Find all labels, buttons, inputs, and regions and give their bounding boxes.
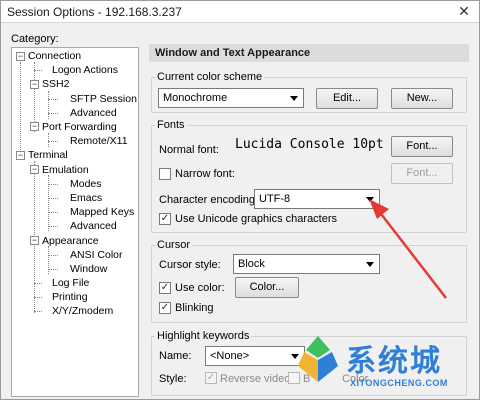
highlight-keywords-group-label: Highlight keywords — [155, 330, 252, 342]
collapse-icon[interactable]: − — [30, 122, 39, 131]
unicode-graphics-label: Use Unicode graphics characters — [175, 213, 338, 225]
sidebar-item-terminal[interactable]: Terminal — [28, 149, 68, 162]
tree-connector — [48, 212, 58, 213]
category-label: Category: — [11, 33, 59, 45]
character-encoding-select[interactable]: UTF-8 — [254, 189, 380, 209]
sidebar-item-connection[interactable]: Connection — [28, 50, 81, 63]
normal-font-value: Lucida Console 10pt — [235, 137, 384, 152]
tree-connector — [34, 311, 42, 312]
character-encoding-value: UTF-8 — [259, 193, 291, 205]
tree-connector — [48, 99, 58, 100]
panel-heading: Window and Text Appearance — [155, 47, 311, 59]
tree-connector — [20, 62, 21, 156]
reverse-video-label: Reverse video — [220, 373, 291, 385]
tree-connector — [34, 297, 42, 298]
cursor-style-select[interactable]: Block — [233, 254, 380, 274]
chevron-down-icon — [366, 197, 374, 202]
sidebar-item-ssh2-advanced[interactable]: Advanced — [70, 107, 117, 120]
cursor-group-label: Cursor — [155, 239, 193, 251]
tree-connector — [48, 91, 49, 119]
tree-connector — [34, 283, 42, 284]
sidebar-item-appearance[interactable]: Appearance — [42, 235, 99, 248]
sidebar-item-sftp-session[interactable]: SFTP Session — [70, 93, 137, 106]
blinking-checkbox[interactable]: ✓ — [159, 302, 171, 314]
color-scheme-value: Monochrome — [163, 92, 228, 104]
use-color-label: Use color: — [175, 282, 225, 294]
sidebar-item-ansi-color[interactable]: ANSI Color — [70, 249, 123, 262]
sidebar-item-emulation-advanced[interactable]: Advanced — [70, 220, 117, 233]
tree-connector — [48, 184, 58, 185]
sidebar-item-emulation[interactable]: Emulation — [42, 164, 89, 177]
color-scheme-select[interactable]: Monochrome — [158, 88, 304, 108]
sidebar-item-xyzmodem[interactable]: X/Y/Zmodem — [52, 305, 113, 318]
watermark-subtext: XITONGCHENG.COM — [350, 378, 448, 388]
narrow-font-checkbox[interactable] — [159, 168, 171, 180]
collapse-icon[interactable]: − — [16, 151, 25, 160]
watermark-logo-icon — [298, 336, 338, 382]
use-color-checkbox[interactable]: ✓ — [159, 282, 171, 294]
fonts-group-label: Fonts — [155, 119, 187, 131]
sidebar-item-printing[interactable]: Printing — [52, 291, 88, 304]
normal-font-button[interactable]: Font... — [391, 136, 453, 157]
narrow-font-label: Narrow font: — [175, 168, 235, 180]
collapse-icon[interactable]: − — [16, 52, 25, 61]
tree-connector — [48, 113, 58, 114]
chevron-down-icon — [290, 96, 298, 101]
blinking-label: Blinking — [175, 302, 214, 314]
normal-font-label: Normal font: — [159, 144, 219, 156]
highlight-name-label: Name: — [159, 350, 192, 362]
highlight-name-value: <None> — [210, 350, 250, 362]
close-icon[interactable]: ✕ — [449, 1, 479, 22]
narrow-font-button[interactable]: Font... — [391, 163, 453, 184]
tree-connector — [48, 226, 58, 227]
collapse-icon[interactable]: − — [30, 236, 39, 245]
cursor-style-label: Cursor style: — [159, 259, 221, 271]
title-bar: Session Options - 192.168.3.237 ✕ — [1, 1, 479, 23]
reverse-video-checkbox[interactable]: ✓ — [205, 372, 217, 384]
panel-heading-banner: Window and Text Appearance — [149, 44, 469, 62]
tree-connector — [34, 70, 42, 71]
sidebar-item-emacs[interactable]: Emacs — [70, 192, 102, 205]
sidebar-item-logon-actions[interactable]: Logon Actions — [52, 64, 118, 77]
new-scheme-button[interactable]: New... — [391, 88, 453, 109]
cursor-color-button[interactable]: Color... — [235, 277, 299, 298]
sidebar-item-remote-x11[interactable]: Remote/X11 — [70, 135, 128, 148]
unicode-graphics-checkbox[interactable]: ✓ — [159, 213, 171, 225]
edit-scheme-button[interactable]: Edit... — [316, 88, 378, 109]
collapse-icon[interactable]: − — [30, 165, 39, 174]
category-tree: − − − − − − Connection Logon Actions SSH… — [11, 47, 139, 397]
collapse-icon[interactable]: − — [30, 80, 39, 89]
chevron-down-icon — [366, 262, 374, 267]
sidebar-item-ssh2[interactable]: SSH2 — [42, 78, 69, 91]
sidebar-item-window[interactable]: Window — [70, 263, 107, 276]
tree-connector — [48, 141, 58, 142]
tree-connector — [48, 255, 58, 256]
cursor-style-value: Block — [238, 258, 265, 270]
character-encoding-label: Character encoding: — [159, 194, 259, 206]
watermark: 系统城 XITONGCHENG.COM — [288, 330, 478, 398]
tree-connector — [48, 198, 58, 199]
tree-connector — [48, 269, 58, 270]
color-scheme-group-label: Current color scheme — [155, 71, 265, 83]
sidebar-item-modes[interactable]: Modes — [70, 178, 102, 191]
sidebar-item-mapped-keys[interactable]: Mapped Keys — [70, 206, 134, 219]
sidebar-item-port-forwarding[interactable]: Port Forwarding — [42, 121, 117, 134]
highlight-style-label: Style: — [159, 373, 187, 385]
window-title: Session Options - 192.168.3.237 — [7, 5, 182, 19]
sidebar-item-log-file[interactable]: Log File — [52, 277, 89, 290]
watermark-text: 系统城 — [346, 344, 442, 379]
tree-connector — [48, 133, 49, 147]
